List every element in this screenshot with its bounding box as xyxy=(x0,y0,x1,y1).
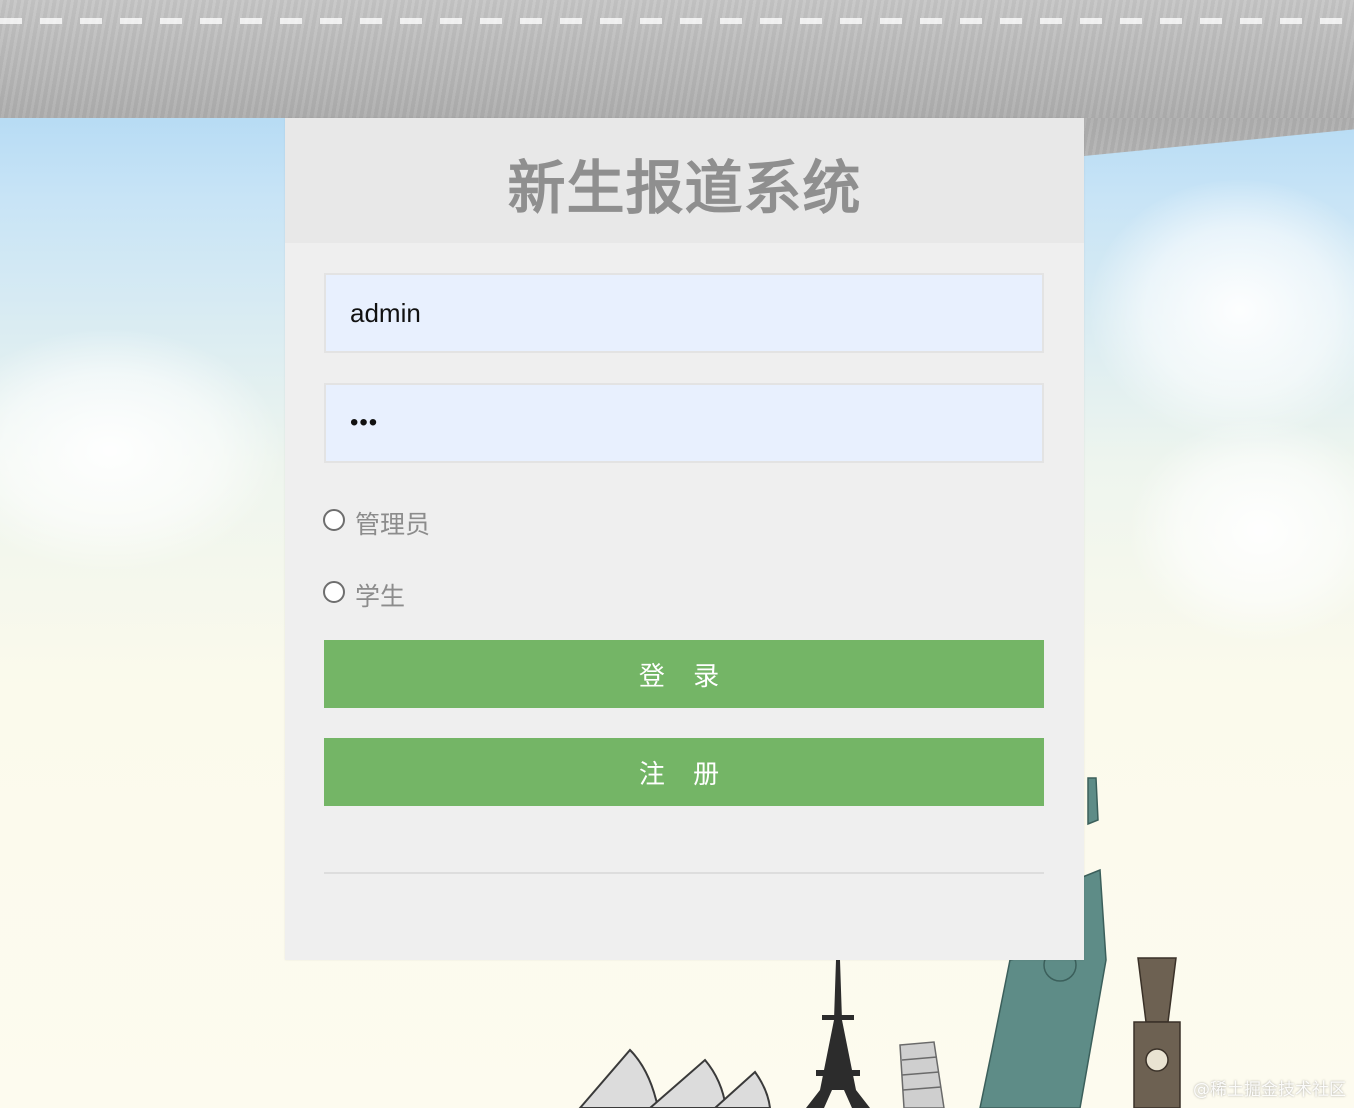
role-admin-label: 管理员 xyxy=(355,510,431,539)
role-admin-radio[interactable] xyxy=(323,509,345,531)
background-cloud xyxy=(0,330,280,570)
background-stone-band xyxy=(0,0,1354,118)
role-student-radio-option[interactable]: 学生 xyxy=(323,574,406,611)
big-ben-icon xyxy=(1133,957,1181,1108)
login-card: 新生报道系统 管理员 学生 登 录 注 册 xyxy=(285,118,1084,960)
login-card-header: 新生报道系统 xyxy=(285,118,1084,243)
background-stitching xyxy=(0,18,1354,24)
role-student-label: 学生 xyxy=(355,582,406,611)
username-input[interactable] xyxy=(324,273,1044,353)
background-stone-band-edge xyxy=(1084,118,1354,156)
role-admin-radio-option[interactable]: 管理员 xyxy=(323,502,431,539)
eiffel-tower-icon xyxy=(806,960,870,1108)
role-student-radio[interactable] xyxy=(323,581,345,603)
register-button[interactable]: 注 册 xyxy=(324,738,1044,806)
password-input[interactable] xyxy=(324,383,1044,463)
login-page: 新生报道系统 管理员 学生 登 录 注 册 @稀土掘金技术社区 xyxy=(0,0,1354,1108)
opera-house-icon xyxy=(578,1048,772,1108)
background-cloud xyxy=(1090,180,1354,440)
watermark-text: @稀土掘金技术社区 xyxy=(1193,1080,1346,1100)
page-title: 新生报道系统 xyxy=(507,153,862,222)
card-divider xyxy=(324,872,1044,874)
pisa-tower-icon xyxy=(899,1041,945,1108)
login-button[interactable]: 登 录 xyxy=(324,640,1044,708)
background-cloud xyxy=(1130,420,1354,640)
